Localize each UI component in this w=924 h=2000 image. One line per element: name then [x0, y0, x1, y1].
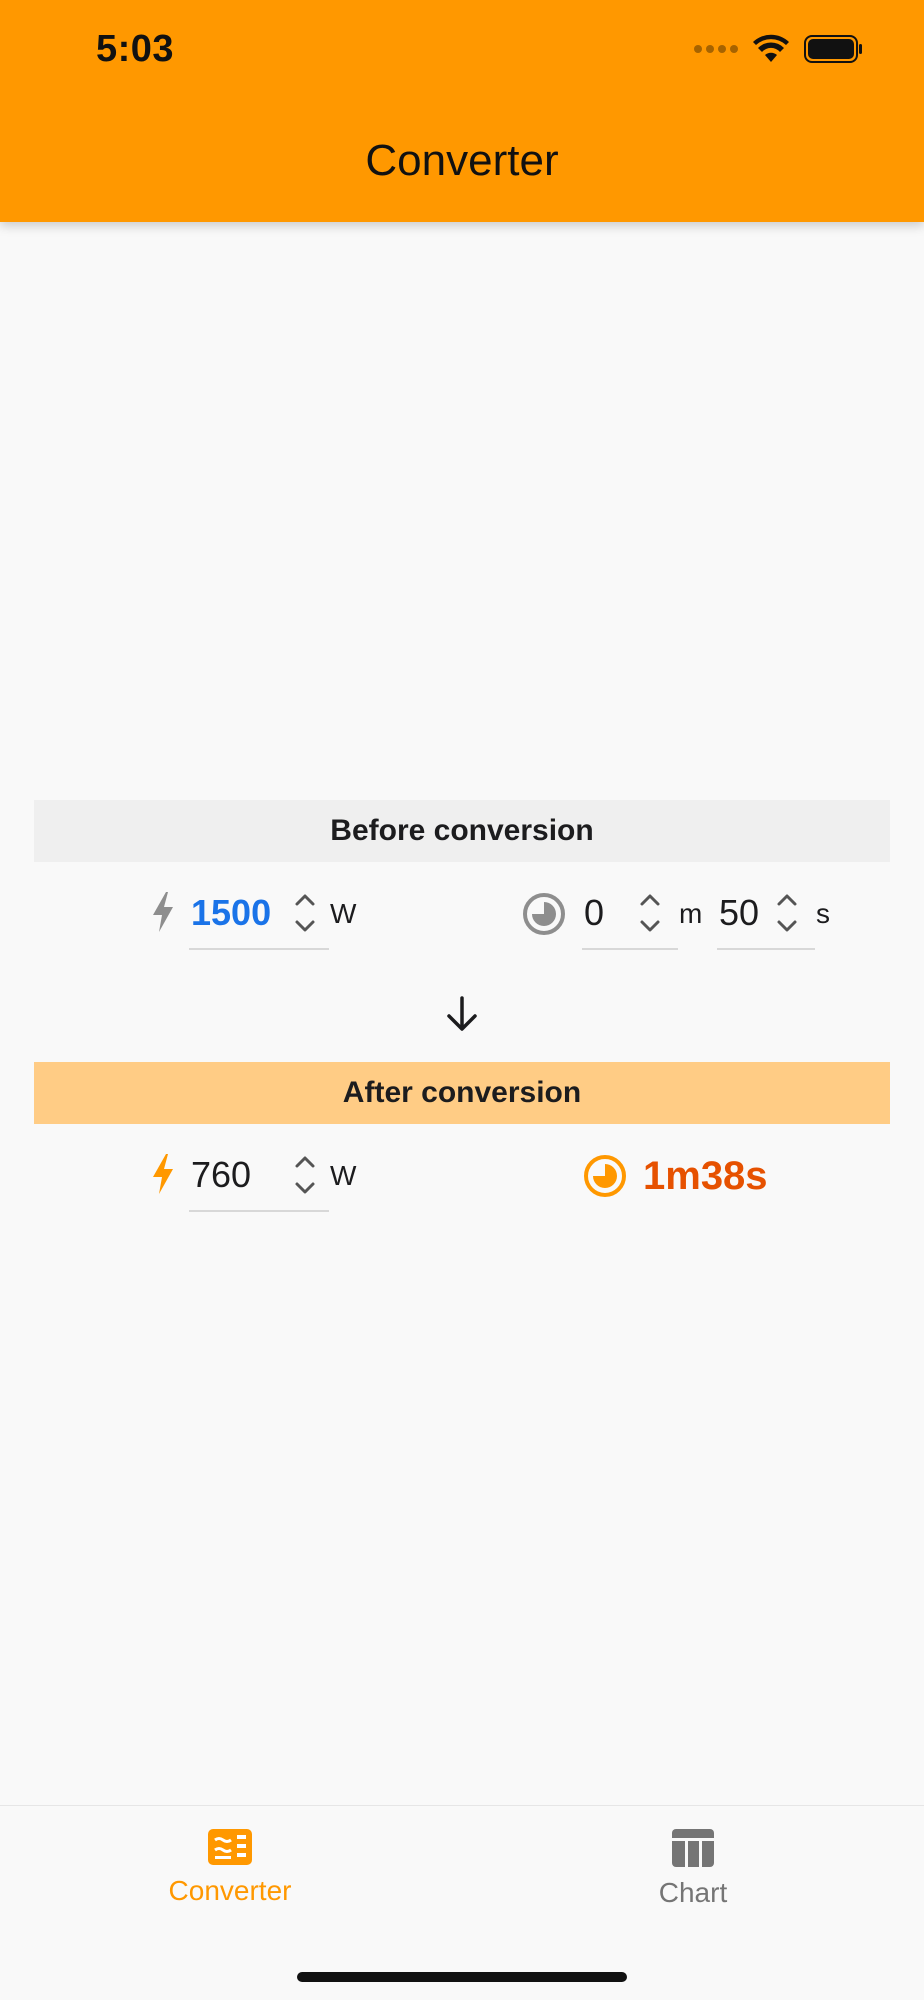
status-time: 5:03: [96, 28, 175, 70]
timer-icon: [522, 892, 566, 936]
converted-time: 1m38s: [643, 1154, 768, 1198]
lightning-icon: [148, 1152, 178, 1196]
tab-converter[interactable]: Converter: [130, 1828, 330, 1907]
before-seconds-unit: s: [816, 898, 830, 929]
battery-icon: [804, 35, 862, 63]
home-indicator: [297, 1972, 627, 1982]
cellular-signal-icon: [694, 45, 738, 53]
power-stepper-icon[interactable]: [293, 890, 317, 936]
app-bar: 5:03 Converter: [0, 0, 924, 222]
before-minutes-input[interactable]: 0: [582, 866, 678, 950]
before-seconds-input[interactable]: 50: [717, 866, 815, 950]
minutes-stepper-icon[interactable]: [638, 890, 662, 936]
before-seconds-value: 50: [719, 892, 760, 933]
bottom-navigation: Converter Chart: [0, 1805, 924, 2000]
arrow-down-icon: [447, 996, 477, 1031]
after-power-stepper-icon[interactable]: [293, 1152, 317, 1198]
after-power-value: 760: [191, 1154, 252, 1195]
timer-icon: [583, 1154, 627, 1198]
tab-chart-label: Chart: [658, 1877, 728, 1908]
after-conversion-header: After conversion: [34, 1062, 890, 1124]
before-minutes-value: 0: [584, 892, 605, 933]
after-conversion-row: 760 W 1m38s: [0, 1128, 924, 1224]
before-power-value: 1500: [191, 892, 272, 933]
status-icons: [694, 34, 864, 64]
before-minutes-unit: m: [679, 898, 703, 929]
chart-icon: [672, 1829, 714, 1867]
after-power-unit: W: [330, 1160, 357, 1191]
before-conversion-row: 1500 W 0 m 50 s: [0, 866, 924, 962]
lightning-icon: [148, 890, 178, 934]
converter-icon: [208, 1829, 252, 1865]
seconds-stepper-icon[interactable]: [775, 890, 799, 936]
before-conversion-header: Before conversion: [34, 800, 890, 862]
after-power-input[interactable]: 760: [189, 1128, 329, 1212]
tab-converter-label: Converter: [168, 1875, 292, 1906]
before-power-input[interactable]: 1500: [189, 866, 329, 950]
page-title: Converter: [365, 136, 559, 185]
wifi-icon: [753, 34, 789, 62]
tab-chart[interactable]: Chart: [593, 1828, 793, 1909]
before-power-unit: W: [330, 898, 357, 929]
